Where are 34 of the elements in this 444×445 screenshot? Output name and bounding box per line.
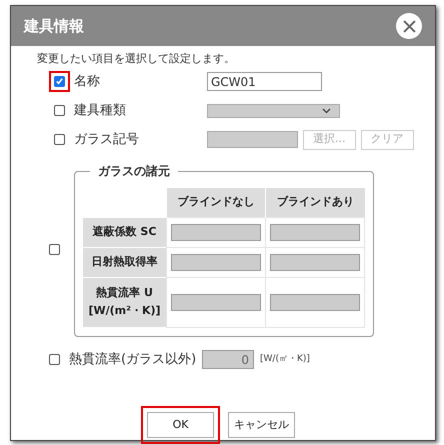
value-field[interactable] [171, 254, 261, 270]
row-header: 日射熱取得率 [83, 247, 166, 277]
chevron-down-icon [322, 108, 331, 114]
checkbox[interactable] [54, 134, 65, 145]
field-label: 名称 [74, 72, 100, 91]
name-field[interactable]: GCW01 [207, 72, 322, 91]
value-field[interactable] [270, 294, 360, 310]
dialog-title: 建具情報 [24, 16, 84, 37]
field-label: ガラス記号 [74, 130, 139, 149]
close-button[interactable] [396, 13, 422, 39]
check-icon [55, 77, 64, 86]
column-header: ブラインドあり [266, 188, 364, 217]
instruction-text: 変更したい項目を選択して設定します。 [37, 51, 236, 67]
checkbox[interactable] [49, 354, 60, 365]
checkbox[interactable] [54, 76, 65, 87]
value-field[interactable] [270, 254, 360, 270]
checkbox[interactable] [54, 105, 65, 116]
column-header: ブラインドなし [166, 188, 266, 217]
value-field[interactable] [171, 224, 261, 240]
checkbox[interactable] [49, 244, 60, 255]
u-value-field[interactable]: 0 [202, 350, 254, 369]
type-dropdown[interactable] [207, 104, 340, 118]
glass-code-field[interactable] [207, 131, 298, 148]
dialog-button[interactable]: OK [147, 412, 214, 438]
close-icon [402, 20, 416, 32]
field-label: 熱貫流率(ガラス以外) [69, 350, 196, 369]
unit-label: [W/(㎡・K)] [260, 352, 310, 366]
row-header: 熱貫流率 U [W/(m²・K)] [83, 277, 166, 327]
field-label: 建具種類 [74, 102, 126, 120]
group-legend: ガラスの諸元 [90, 162, 178, 180]
value-field[interactable] [270, 224, 360, 240]
value-field[interactable] [171, 294, 261, 310]
row-header: 遮蔽係数 SC [83, 217, 166, 247]
dialog-button[interactable]: キャンセル [228, 412, 295, 438]
